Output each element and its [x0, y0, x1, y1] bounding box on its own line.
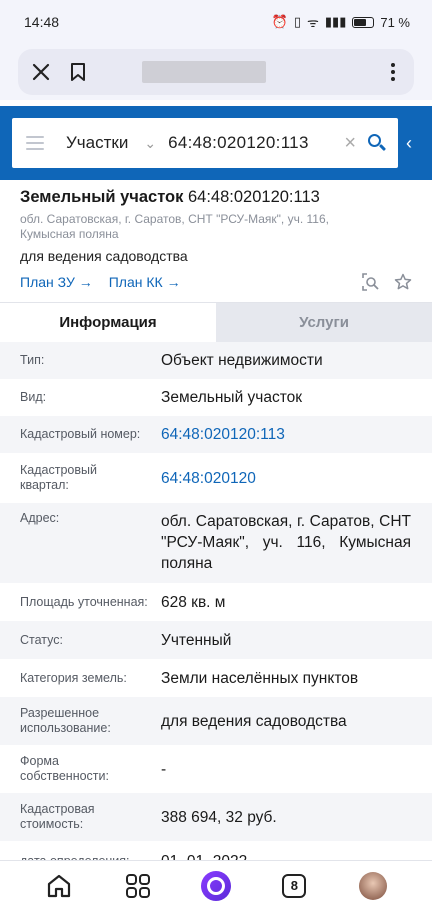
- info-row-ownership: Форма собственности: -: [0, 745, 432, 793]
- battery-icon: [352, 16, 375, 28]
- more-menu-icon[interactable]: [386, 63, 400, 81]
- status-time: 14:48: [24, 14, 60, 30]
- search-icon[interactable]: [366, 132, 388, 154]
- parcel-title: Земельный участок 64:48:020120:113: [20, 186, 412, 208]
- info-label: Площадь уточненная:: [20, 594, 148, 609]
- tab-services[interactable]: Услуги: [216, 303, 432, 342]
- info-value: для ведения садоводства: [161, 712, 347, 730]
- parcel-purpose: для ведения садоводства: [20, 248, 188, 264]
- info-value: Земельный участок: [161, 389, 303, 406]
- apps-grid-icon[interactable]: [123, 871, 153, 901]
- cadastral-quarter-link[interactable]: 64:48:020120: [161, 468, 256, 489]
- info-label: Форма собственности:: [20, 754, 109, 783]
- info-row-status: Статус: Учтенный: [0, 621, 432, 659]
- tab-count: 8: [282, 873, 307, 898]
- parcel-kind: Земельный участок: [20, 188, 184, 206]
- info-value: -: [161, 760, 167, 778]
- info-row-cadastral-quarter: Кадастровый квартал: 64:48:020120: [0, 453, 432, 503]
- chevron-down-icon[interactable]: ⌄: [144, 135, 156, 152]
- assistant-icon: [200, 870, 231, 901]
- info-label: Кадастровая стоимость:: [20, 802, 95, 831]
- info-label: Кадастровый квартал:: [20, 463, 97, 492]
- info-table: Тип: Объект недвижимости Вид: Земельный …: [0, 342, 432, 881]
- search-type-select[interactable]: Участки: [66, 133, 128, 153]
- search-box: Участки ⌄ 64:48:020120:113 ×: [12, 118, 398, 168]
- tab-information[interactable]: Информация: [0, 303, 216, 342]
- menu-icon[interactable]: [26, 136, 44, 150]
- parcel-header: Земельный участок 64:48:020120:113 обл. …: [0, 180, 432, 292]
- info-row-area: Площадь уточненная: 628 кв. м: [0, 583, 432, 621]
- alarm-icon: ⏰: [271, 14, 288, 29]
- info-tabs: Информация Услуги: [0, 302, 432, 342]
- browser-toolbar: [0, 44, 432, 100]
- avatar: [358, 871, 387, 900]
- info-value: обл. Саратовская, г. Саратов, СНТ "РСУ-М…: [161, 513, 411, 572]
- info-row-cadastral-number: Кадастровый номер: 64:48:020120:113: [0, 416, 432, 453]
- vibrate-icon: ▯: [293, 14, 302, 29]
- parcel-cadastral: 64:48:020120:113: [188, 188, 320, 206]
- profile-button[interactable]: [358, 871, 388, 901]
- parcel-links: План ЗУ → План КК →: [20, 272, 412, 292]
- wifi-icon: ᯤ: [307, 15, 319, 30]
- info-label: Статус:: [20, 632, 63, 647]
- zoom-to-icon[interactable]: [362, 273, 380, 291]
- info-value: Объект недвижимости: [161, 352, 323, 369]
- info-label: Адрес:: [20, 511, 60, 525]
- chevron-left-icon[interactable]: ‹: [406, 133, 412, 154]
- search-band: Участки ⌄ 64:48:020120:113 × ‹: [0, 106, 432, 180]
- info-label: Тип:: [20, 353, 45, 367]
- plan-kk-link[interactable]: План КК →: [109, 274, 181, 290]
- battery-level: 71 %: [380, 14, 410, 30]
- status-bar: 14:48 ⏰ ▯ ᯤ ▮▮▮ 71 %: [0, 0, 432, 44]
- assistant-button[interactable]: [200, 870, 231, 901]
- signal-icon: ▮▮▮: [324, 14, 347, 29]
- info-row-cadastral-value: Кадастровая стоимость: 388 694, 32 руб.: [0, 793, 432, 841]
- star-icon[interactable]: [394, 273, 412, 291]
- status-icons: ⏰ ▯ ᯤ ▮▮▮ 71 %: [272, 13, 410, 31]
- info-label: Разрешенное использование:: [20, 706, 111, 735]
- info-value: 388 694, 32 руб.: [161, 808, 277, 826]
- info-value: Учтенный: [161, 631, 232, 649]
- parcel-address: обл. Саратовская, г. Саратов, СНТ "РСУ-М…: [20, 212, 329, 241]
- close-icon[interactable]: [32, 63, 50, 81]
- url-field[interactable]: [142, 61, 266, 83]
- info-row-kind: Вид: Земельный участок: [0, 379, 432, 416]
- info-row-address: Адрес: обл. Саратовская, г. Саратов, СНТ…: [0, 503, 432, 583]
- clear-icon[interactable]: ×: [344, 132, 356, 155]
- cadastral-number-link[interactable]: 64:48:020120:113: [161, 424, 285, 445]
- browser-bottom-nav: 8: [0, 860, 432, 910]
- tabs-button[interactable]: 8: [279, 871, 309, 901]
- browser-address-bar: [18, 49, 414, 95]
- info-row-permitted-use: Разрешенное использование: для ведения с…: [0, 697, 432, 745]
- info-value: 628 кв. м: [161, 593, 226, 611]
- plan-zu-link[interactable]: План ЗУ →: [20, 274, 93, 290]
- bookmark-icon[interactable]: [70, 63, 86, 81]
- search-input[interactable]: 64:48:020120:113: [168, 133, 309, 153]
- home-icon[interactable]: [44, 871, 74, 901]
- info-row-type: Тип: Объект недвижимости: [0, 342, 432, 379]
- info-label: Категория земель:: [20, 670, 127, 685]
- info-row-land-category: Категория земель: Земли населённых пункт…: [0, 659, 432, 697]
- info-label: Вид:: [20, 390, 47, 404]
- info-label: Кадастровый номер:: [20, 427, 141, 441]
- info-value: Земли населённых пунктов: [161, 669, 359, 687]
